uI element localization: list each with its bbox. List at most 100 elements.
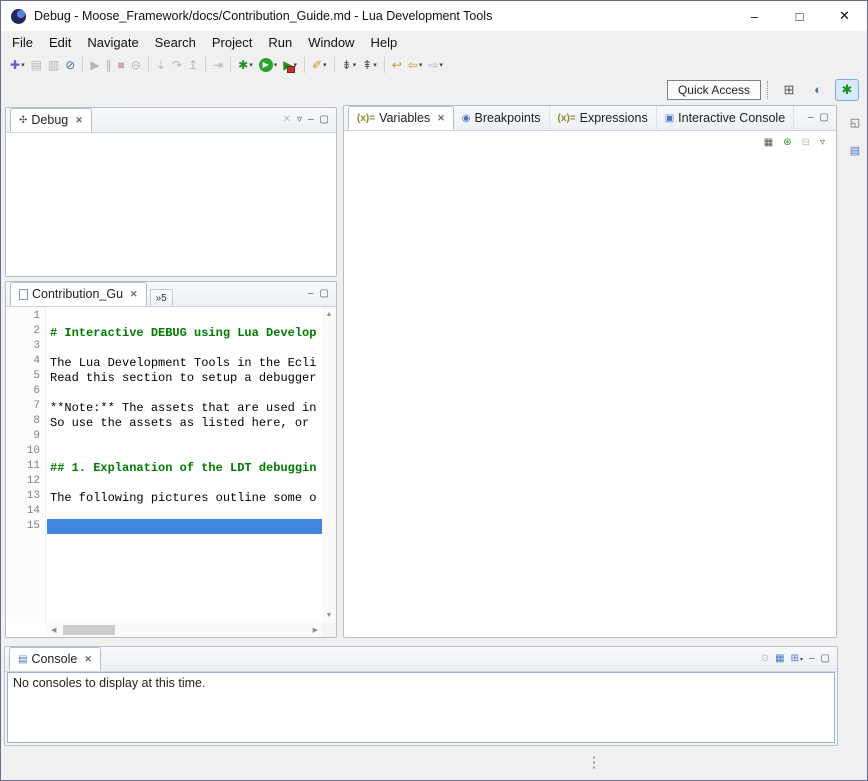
console-view-icon: ▤ [18, 654, 27, 665]
display-selected-console-button[interactable]: ▦ [774, 652, 785, 666]
show-logical-structures-button[interactable]: ⊛ [781, 135, 793, 151]
back-button[interactable]: ⇦▾ [406, 57, 425, 73]
minimize-button[interactable]: – [307, 287, 315, 301]
next-annotation-button[interactable]: ⇟▾ [340, 57, 359, 73]
editor-line[interactable]: ## 1. Explanation of the LDT debuggin [47, 459, 322, 474]
variables-icon: (x)= [357, 113, 375, 124]
editor-text-area[interactable]: # Interactive DEBUG using Lua Develop The… [47, 307, 322, 623]
close-icon[interactable]: ✕ [130, 289, 138, 300]
menu-file[interactable]: File [4, 33, 41, 52]
editor-line[interactable] [47, 519, 322, 534]
new-button[interactable]: ✚▾ [8, 57, 27, 73]
scroll-down-icon[interactable]: ▼ [326, 612, 333, 619]
outline-view-button[interactable]: ▤ [848, 143, 862, 159]
maximize-button[interactable]: ▢ [319, 113, 330, 127]
console-content[interactable]: No consoles to display at this time. [7, 672, 835, 743]
menu-navigate[interactable]: Navigate [79, 33, 146, 52]
step-return-button[interactable]: ↥ [186, 57, 200, 73]
open-console-button[interactable]: ⊞▾ [790, 652, 804, 666]
menu-edit[interactable]: Edit [41, 33, 79, 52]
menu-run[interactable]: Run [260, 33, 300, 52]
remove-all-terminated-button[interactable]: ✕ [282, 113, 292, 127]
view-menu-button[interactable]: ▿ [818, 135, 827, 151]
editor-line[interactable]: **Note:** The assets that are used in [47, 399, 322, 414]
editor-vertical-scrollbar[interactable]: ▲ ▼ [322, 307, 336, 623]
editor-line[interactable]: Read this section to setup a debugger [47, 369, 322, 384]
view-menu-button[interactable]: ▿ [296, 113, 303, 127]
tab-breakpoints[interactable]: ◉Breakpoints [454, 106, 550, 130]
window-minimize-button[interactable]: – [732, 1, 777, 31]
minimize-button[interactable]: – [808, 652, 816, 666]
tab-contribution-guide[interactable]: Contribution_Gu ✕ [10, 282, 147, 306]
debug-perspective-button[interactable]: ✱ [835, 79, 859, 101]
tab-interactive-console[interactable]: ▣Interactive Console [657, 106, 794, 130]
editor-line[interactable]: The Lua Development Tools in the Ecli [47, 354, 322, 369]
minimize-button[interactable]: – [307, 113, 315, 127]
maximize-button[interactable]: ▢ [820, 652, 831, 666]
debug-button[interactable]: ✱▾ [236, 57, 255, 73]
maximize-button[interactable]: ▢ [319, 287, 330, 301]
editor-line[interactable]: # Interactive DEBUG using Lua Develop [47, 324, 322, 339]
editor-line[interactable] [47, 429, 322, 444]
tab-variables[interactable]: (x)=Variables✕ [348, 106, 454, 130]
window-maximize-button[interactable]: □ [777, 1, 822, 31]
editor-line[interactable]: The following pictures outline some o [47, 489, 322, 504]
tab-expressions[interactable]: (x)=Expressions [550, 106, 657, 130]
save-all-button[interactable]: ▥ [46, 57, 61, 73]
step-over-button[interactable]: ↷ [170, 57, 184, 73]
forward-button[interactable]: ⇨▾ [426, 57, 445, 73]
editor-line[interactable] [47, 309, 322, 324]
menu-project[interactable]: Project [204, 33, 260, 52]
toolbar-drag-handle[interactable] [767, 81, 770, 99]
editor-horizontal-scrollbar[interactable]: ◀ ▶ [47, 623, 322, 637]
use-step-filters-button[interactable]: ⇥ [211, 57, 225, 73]
pin-console-button[interactable]: ⊙ [760, 652, 770, 666]
close-icon[interactable]: ✕ [75, 115, 83, 126]
close-icon[interactable]: ✕ [84, 654, 92, 665]
menu-search[interactable]: Search [147, 33, 204, 52]
editor-tab-overflow[interactable]: »5 [150, 289, 173, 306]
restore-view-button[interactable]: ◱ [848, 115, 862, 131]
terminate-button[interactable]: ■ [116, 57, 127, 73]
editor-line[interactable] [47, 339, 322, 354]
editor-line[interactable] [47, 444, 322, 459]
quick-access-field[interactable]: Quick Access [667, 80, 761, 100]
menu-window[interactable]: Window [300, 33, 362, 52]
editor-line[interactable]: So use the assets as listed here, or [47, 414, 322, 429]
variables-content[interactable] [344, 131, 836, 637]
disconnect-button[interactable]: ⊝ [129, 57, 143, 73]
close-icon[interactable]: ✕ [437, 113, 445, 124]
step-into-button[interactable]: ⇣ [154, 57, 168, 73]
save-button[interactable]: ▤ [29, 57, 44, 73]
mark-occurrences-button[interactable]: ✐▾ [310, 57, 329, 73]
show-type-names-button[interactable]: ▦ [762, 135, 775, 151]
menu-help[interactable]: Help [362, 33, 405, 52]
editor-line[interactable] [47, 504, 322, 519]
suspend-button[interactable]: ∥ [104, 57, 114, 73]
scroll-up-icon[interactable]: ▲ [326, 311, 333, 318]
scroll-left-icon[interactable]: ◀ [51, 626, 56, 634]
scrollbar-thumb[interactable] [63, 625, 115, 635]
resume-button[interactable]: ▶ [88, 57, 101, 73]
status-bar-grip[interactable] [592, 755, 596, 771]
title-bar[interactable]: Debug - Moose_Framework/docs/Contributio… [1, 1, 867, 31]
run-button[interactable]: ▶▾ [257, 57, 280, 73]
debug-view-content[interactable] [6, 133, 336, 276]
collapse-all-button[interactable]: ⊟ [800, 135, 812, 151]
open-perspective-button[interactable]: ⊞ [777, 79, 801, 101]
editor-line[interactable] [47, 474, 322, 489]
last-edit-location-button[interactable]: ↩ [390, 57, 404, 73]
skip-all-breakpoints-button[interactable]: ⊘ [63, 57, 77, 73]
window-close-button[interactable]: ✕ [822, 1, 867, 31]
previous-annotation-button[interactable]: ⇞▾ [360, 57, 379, 73]
line-number-gutter[interactable]: 123456789101112131415 [6, 307, 46, 623]
maximize-button[interactable]: ▢ [819, 111, 830, 125]
suspend-icon: ∥ [106, 58, 112, 72]
minimize-button[interactable]: – [807, 111, 815, 125]
tab-debug[interactable]: ✣ Debug ✕ [10, 108, 92, 132]
lua-perspective-button[interactable]: ◐ [806, 79, 830, 101]
tab-console[interactable]: ▤ Console ✕ [9, 647, 101, 671]
scroll-right-icon[interactable]: ▶ [313, 626, 318, 634]
external-tools-button[interactable]: ▶▾ [281, 57, 299, 73]
editor-line[interactable] [47, 384, 322, 399]
